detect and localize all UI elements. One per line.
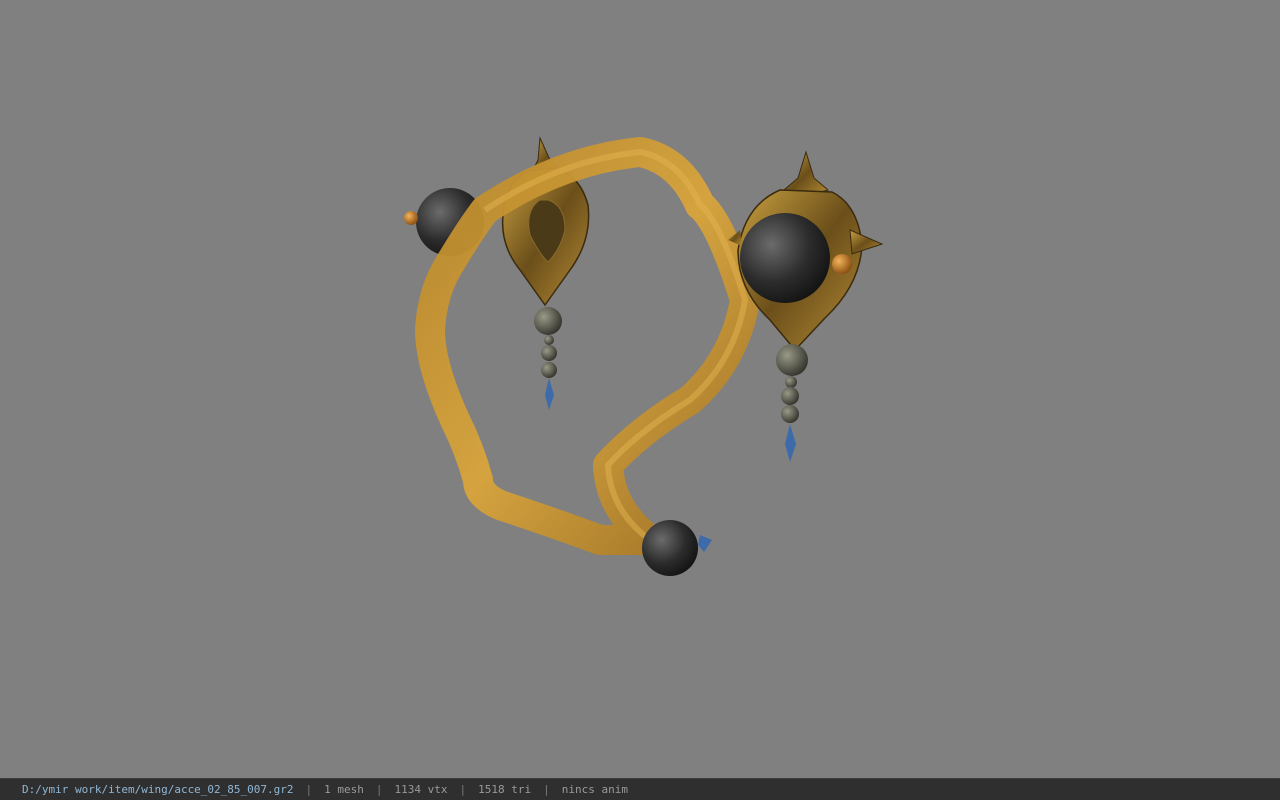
status-bar: D:/ymir work/item/wing/acce_02_85_007.gr… (0, 778, 1280, 800)
separator: | (543, 783, 550, 796)
mesh-count: 1 mesh (324, 783, 364, 796)
separator: | (305, 783, 313, 796)
model-render (404, 136, 884, 576)
triangle-count: 1518 tri (478, 783, 532, 796)
bottom-orb (642, 520, 712, 576)
3d-viewport[interactable] (0, 0, 1280, 778)
separator: | (375, 783, 383, 796)
vertex-count: 1134 vtx (394, 783, 448, 796)
file-path: D:/ymir work/item/wing/acce_02_85_007.gr… (22, 783, 294, 796)
anim-status: nincs anim (561, 783, 628, 796)
separator: | (459, 783, 467, 796)
